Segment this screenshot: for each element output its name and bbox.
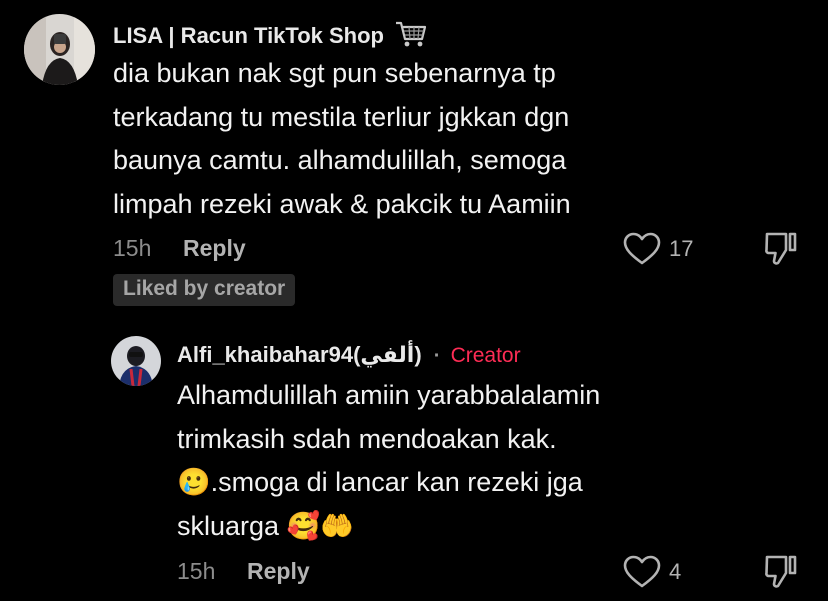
comment-text: dia bukan nak sgt pun sebenarnya tp terk…: [113, 52, 571, 226]
comment-dislike-button[interactable]: [763, 230, 799, 268]
comment-line: dia bukan nak sgt pun sebenarnya tp: [113, 58, 556, 88]
avatar-lisa[interactable]: [24, 14, 95, 85]
reply-like-count: 4: [669, 559, 682, 584]
reply-text: Alhamdulillah amiin yarabbalalamin trimk…: [177, 374, 600, 548]
creator-badge: Creator: [450, 344, 521, 367]
reply-line: 🥲.smoga di lancar kan rezeki jga: [177, 467, 583, 497]
comment-reply-button[interactable]: Reply: [183, 235, 246, 262]
reply-like-button[interactable]: 4: [623, 551, 693, 591]
comment-username[interactable]: LISA | Racun TikTok Shop: [113, 19, 428, 55]
dislike-icon: [765, 232, 797, 265]
reply-line: Alhamdulillah amiin yarabbalalamin: [177, 380, 601, 410]
reply-timestamp: 15h: [177, 558, 216, 584]
reply-reply-button[interactable]: Reply: [247, 558, 310, 585]
reply-line: trimkasih sdah mendoakan kak.: [177, 423, 557, 454]
comment-line: limpah rezeki awak & pakcik tu Aamiin: [113, 188, 571, 219]
liked-by-creator-badge: Liked by creator: [113, 274, 296, 306]
heart-icon: [623, 232, 661, 265]
heart-icon: [623, 555, 661, 588]
avatar-alfi[interactable]: [111, 336, 161, 386]
separator-dot: ·: [433, 345, 441, 367]
username-text: LISA | Racun TikTok Shop: [113, 22, 384, 48]
comment-like-count: 17: [669, 236, 694, 261]
cart-icon: [394, 19, 428, 55]
comment-timestamp: 15h: [113, 235, 152, 261]
comment-line: baunya camtu. alhamdulillah, semoga: [113, 145, 567, 175]
reply-username[interactable]: Alfi_khaibahar94(ألفي) · Creator: [177, 342, 521, 368]
dislike-icon: [765, 555, 797, 588]
reply-username-text: Alfi_khaibahar94(ألفي): [177, 342, 422, 367]
comment-like-button[interactable]: 17: [623, 228, 703, 268]
comment-line: terkadang tu mestila terliur jgkkan dgn: [113, 101, 570, 132]
reply-dislike-button[interactable]: [763, 553, 799, 591]
reply-line: skluarga 🥰🤲: [177, 510, 354, 541]
